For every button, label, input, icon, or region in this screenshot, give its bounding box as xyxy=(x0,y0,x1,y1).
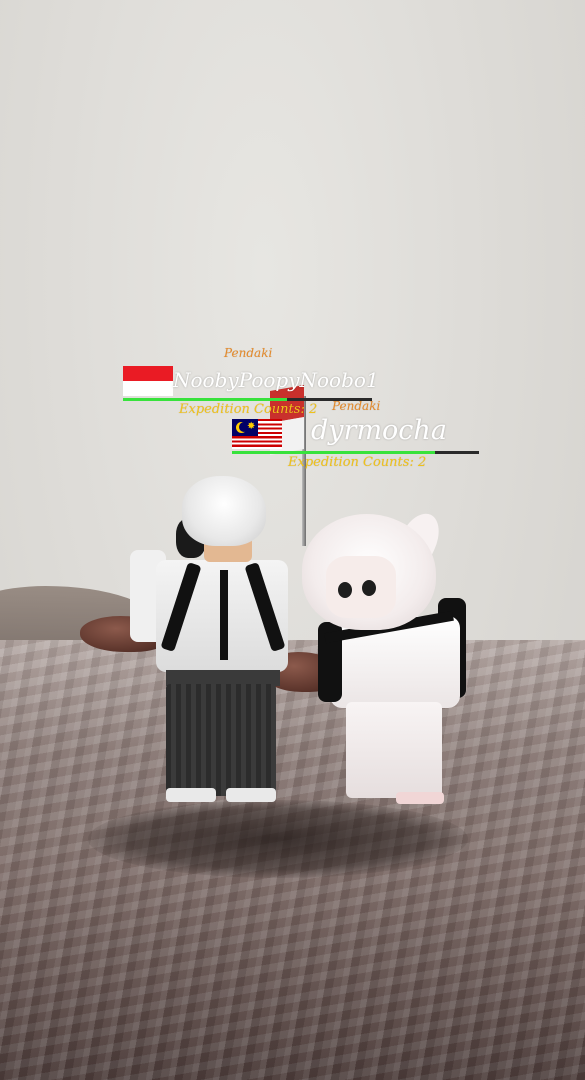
avatar-shoe xyxy=(166,788,216,802)
malaysia-flag-icon: ✸ xyxy=(232,419,282,449)
avatar-eye xyxy=(362,580,376,596)
player-rank: Pendaki xyxy=(332,399,381,413)
avatar-hair xyxy=(182,476,266,546)
expedition-counts: Expedition Counts: 2 xyxy=(288,455,427,470)
player-avatar-2[interactable] xyxy=(296,507,476,807)
player-nameplate: Pendaki ✸ dyrmocha Expedition Counts: 2 xyxy=(231,397,479,473)
avatar-eye xyxy=(338,582,352,598)
player-username: dyrmocha xyxy=(311,415,447,446)
avatar-legs xyxy=(166,684,276,796)
avatar-shoe xyxy=(226,788,276,802)
game-viewport[interactable]: Pendaki NoobyPoopyNoobo1 Expedition Coun… xyxy=(0,0,585,1080)
avatar-face xyxy=(326,556,396,618)
avatar-shoe xyxy=(396,792,444,804)
avatar-tie xyxy=(220,570,228,660)
player-rank: Pendaki xyxy=(224,346,273,360)
avatar-shadow xyxy=(88,800,468,878)
player-username: NoobyPoopyNoobo1 xyxy=(173,368,379,392)
health-bar xyxy=(232,451,479,454)
health-bar-fill xyxy=(232,451,435,454)
player-avatar-1[interactable] xyxy=(126,470,306,805)
avatar-legs xyxy=(346,702,442,798)
indonesia-flag-icon xyxy=(123,366,173,396)
